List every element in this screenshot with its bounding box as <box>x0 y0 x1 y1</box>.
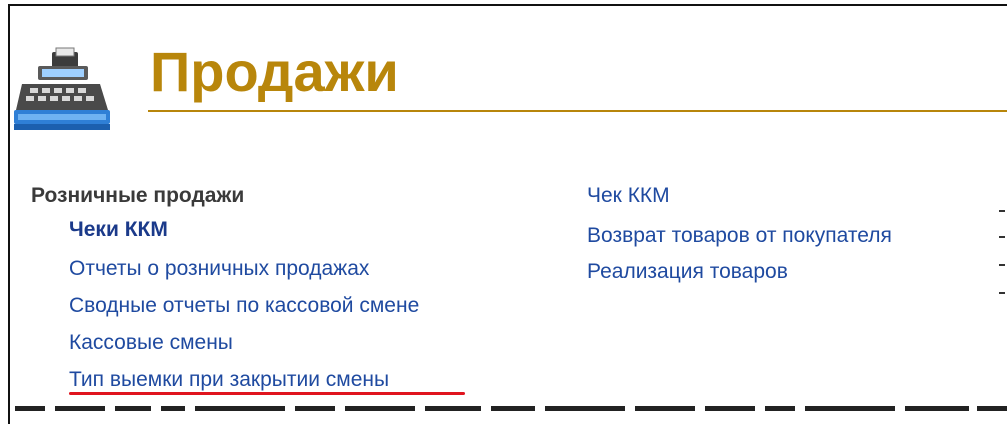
cash-register-icon <box>14 47 110 130</box>
link-create-return-from-buyer[interactable]: Возврат товаров от покупателя <box>587 224 892 248</box>
link-create-goods-sale[interactable]: Реализация товаров <box>587 260 788 284</box>
link-summary-reports-shift[interactable]: Сводные отчеты по кассовой смене <box>69 294 419 318</box>
retail-group-title: Розничные продажи <box>31 184 245 207</box>
link-withdrawal-type[interactable]: Тип выемки при закрытии смены <box>69 368 389 392</box>
title-divider <box>148 110 1007 112</box>
link-retail-sales-reports[interactable]: Отчеты о розничных продажах <box>69 257 369 281</box>
link-checks-kkm[interactable]: Чеки ККМ <box>69 218 168 242</box>
right-edge-marks <box>999 210 1005 294</box>
bottom-cropped-row <box>15 406 1007 411</box>
page-title: Продажи <box>150 40 399 103</box>
link-create-check-kkm[interactable]: Чек ККМ <box>587 184 670 208</box>
link-cash-shifts[interactable]: Кассовые смены <box>69 331 233 355</box>
red-highlight-underline <box>69 392 465 395</box>
